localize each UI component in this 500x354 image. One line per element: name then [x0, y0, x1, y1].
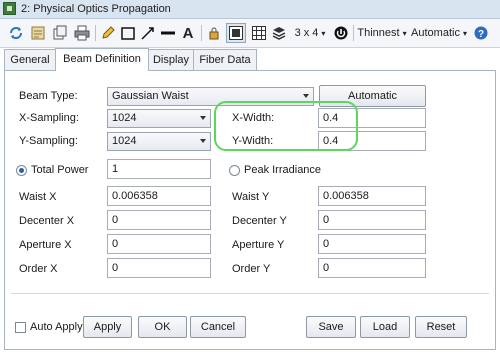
y-sampling-select[interactable]: 1024 [107, 132, 211, 151]
settings-icon[interactable] [28, 23, 48, 43]
ok-button[interactable]: OK [138, 316, 187, 338]
order-y-label: Order Y [232, 263, 271, 275]
line-style-value: Thinnest [357, 27, 400, 39]
decenter-y-label: Decenter Y [232, 215, 287, 227]
grid-icon[interactable] [250, 23, 268, 43]
icon-size-dropdown[interactable]: 3 x 4 ▾ [290, 23, 330, 43]
text-icon[interactable]: A [179, 23, 197, 43]
auto-apply-checkbox[interactable] [15, 322, 26, 333]
x-sampling-label: X-Sampling: [19, 112, 79, 124]
scale-mode-dropdown[interactable]: Automatic ▾ [409, 23, 469, 43]
title-bar: 2: Physical Optics Propagation [0, 0, 500, 19]
app-icon [3, 2, 16, 15]
peak-irradiance-radio[interactable] [229, 165, 240, 176]
rectangle-icon[interactable] [119, 23, 137, 43]
toolbar-separator [353, 25, 354, 41]
highlight-ring [214, 101, 358, 151]
decenter-x-input[interactable]: 0 [107, 210, 211, 230]
layout-grid-icon[interactable] [226, 23, 246, 43]
save-button[interactable]: Save [306, 316, 356, 338]
beam-definition-panel: Beam Type: Gaussian Waist Automatic X-Sa… [4, 70, 496, 350]
refresh-icon[interactable] [6, 23, 26, 43]
waist-y-label: Waist Y [232, 191, 270, 203]
x-sampling-select[interactable]: 1024 [107, 109, 211, 128]
toolbar: A 3 x 4 ▾ Thinnest ▾ Automatic ▾ ? [0, 19, 500, 48]
lock-icon[interactable] [205, 23, 223, 43]
auto-apply-label: Auto Apply [30, 321, 83, 333]
line-icon[interactable] [159, 23, 177, 43]
copy-icon[interactable] [50, 23, 70, 43]
svg-text:?: ? [478, 29, 484, 40]
power-icon[interactable] [332, 23, 350, 43]
chevron-down-icon: ▾ [462, 28, 467, 38]
order-y-input[interactable]: 0 [318, 258, 426, 278]
cancel-button[interactable]: Cancel [190, 316, 246, 338]
decenter-y-input[interactable]: 0 [318, 210, 426, 230]
aperture-y-input[interactable]: 0 [318, 234, 426, 254]
window-title: 2: Physical Optics Propagation [21, 3, 171, 15]
tab-beam-definition[interactable]: Beam Definition [55, 48, 149, 71]
order-x-input[interactable]: 0 [107, 258, 211, 278]
icon-size-value: 3 x 4 [294, 27, 319, 39]
scale-mode-value: Automatic [411, 27, 460, 39]
waist-y-input[interactable]: 0.006358 [318, 186, 426, 206]
reset-button[interactable]: Reset [415, 316, 467, 338]
peak-irradiance-label: Peak Irradiance [244, 164, 322, 176]
waist-x-input[interactable]: 0.006358 [107, 186, 211, 206]
help-icon[interactable]: ? [471, 23, 491, 43]
x-sampling-value: 1024 [112, 112, 137, 124]
aperture-x-input[interactable]: 0 [107, 234, 211, 254]
arrow-icon[interactable] [139, 23, 157, 43]
tab-fiber-data[interactable]: Fiber Data [193, 49, 257, 70]
line-style-dropdown[interactable]: Thinnest ▾ [356, 23, 408, 43]
chevron-down-icon: ▾ [321, 28, 326, 38]
toolbar-separator [95, 25, 96, 41]
pencil-icon[interactable] [99, 23, 117, 43]
waist-x-label: Waist X [19, 191, 57, 203]
order-x-label: Order X [19, 263, 58, 275]
aperture-y-label: Aperture Y [232, 239, 285, 251]
beam-type-value: Gaussian Waist [112, 90, 189, 102]
total-power-radio[interactable] [16, 165, 27, 176]
total-power-input[interactable]: 1 [107, 159, 211, 179]
layers-icon[interactable] [270, 23, 288, 43]
apply-button[interactable]: Apply [83, 316, 132, 338]
decenter-x-label: Decenter X [19, 215, 75, 227]
chevron-down-icon [200, 139, 206, 143]
chevron-down-icon: ▾ [402, 28, 407, 38]
total-power-label: Total Power [31, 164, 89, 176]
footer-divider [11, 293, 489, 294]
beam-type-label: Beam Type: [19, 90, 78, 102]
print-icon[interactable] [72, 23, 92, 43]
chevron-down-icon [303, 94, 309, 98]
chevron-down-icon [200, 116, 206, 120]
toolbar-separator [201, 25, 202, 41]
y-sampling-value: 1024 [112, 135, 137, 147]
load-button[interactable]: Load [360, 316, 410, 338]
aperture-x-label: Aperture X [19, 239, 72, 251]
y-sampling-label: Y-Sampling: [19, 135, 78, 147]
tab-display[interactable]: Display [148, 49, 194, 70]
tab-general[interactable]: General [4, 49, 56, 70]
